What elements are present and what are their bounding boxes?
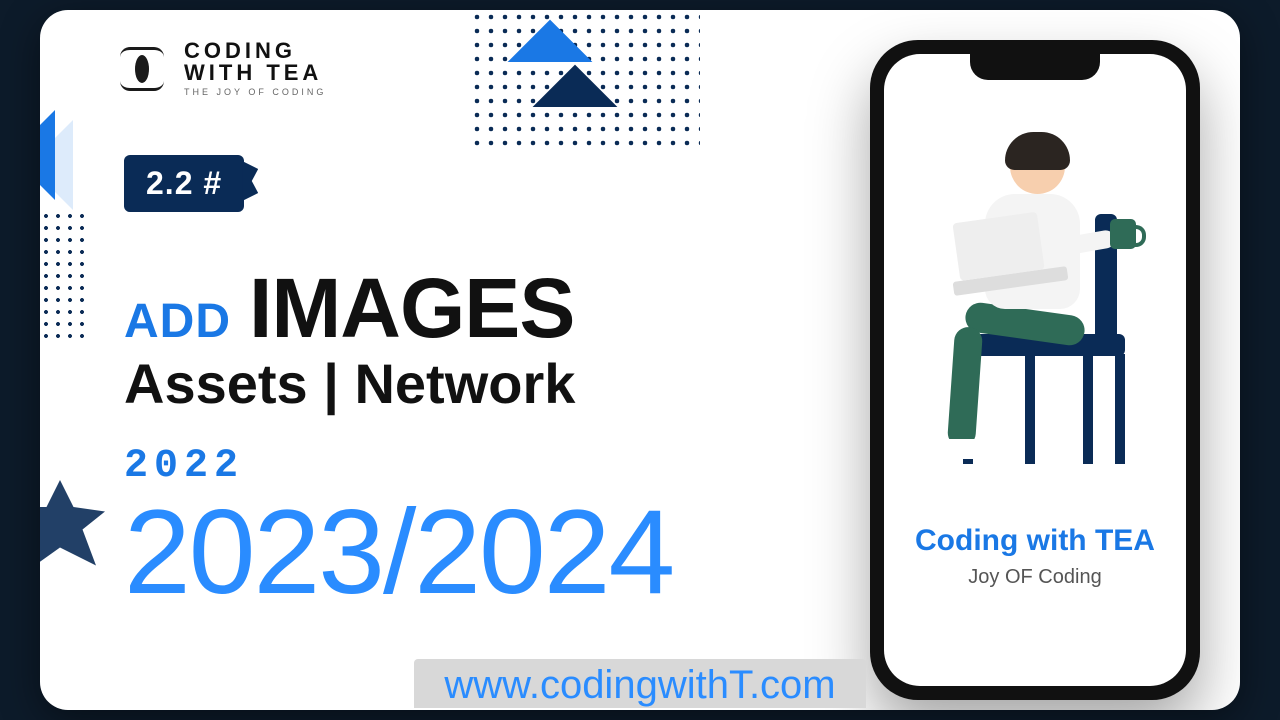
headline-row2: Assets | Network [124,351,673,416]
brand-mark-icon [114,41,170,97]
footer-url-text: www.codingwithT.com [414,659,865,708]
stage: CODING WITH TEA THE JOY OF CODING 2.2 # … [0,0,1280,720]
brand-logo: CODING WITH TEA THE JOY OF CODING [114,40,326,97]
thumbnail-card: CODING WITH TEA THE JOY OF CODING 2.2 # … [40,10,1240,710]
phone-mockup: Coding with TEA Joy OF Coding [870,40,1200,700]
phone-title: Coding with TEA [884,524,1186,558]
phone-subtitle: Joy OF Coding [884,566,1186,589]
headline-row1: ADD IMAGES [124,260,673,357]
phone-notch [970,54,1100,80]
brand-tagline: THE JOY OF CODING [184,88,326,97]
headline-main: IMAGES [249,260,574,357]
character-illustration [915,124,1155,464]
chevron-left-icon [40,110,55,200]
headline-accent: ADD [124,294,231,349]
phone-screen: Coding with TEA Joy OF Coding [884,54,1186,686]
dot-strip-decoration [40,210,86,340]
headline-block: ADD IMAGES Assets | Network 2022 2023/20… [124,260,673,621]
brand-line2: WITH TEA [184,62,326,84]
flutter-logo-icon [520,32,640,152]
lesson-number-chip: 2.2 # [124,155,244,212]
footer-url: www.codingwithT.com [40,659,1240,708]
brand-text: CODING WITH TEA THE JOY OF CODING [184,40,326,97]
headline-year-big: 2023/2024 [124,483,673,621]
brand-line1: CODING [184,40,326,62]
mug-icon [1110,219,1136,249]
ink-splat-decoration [40,480,105,570]
